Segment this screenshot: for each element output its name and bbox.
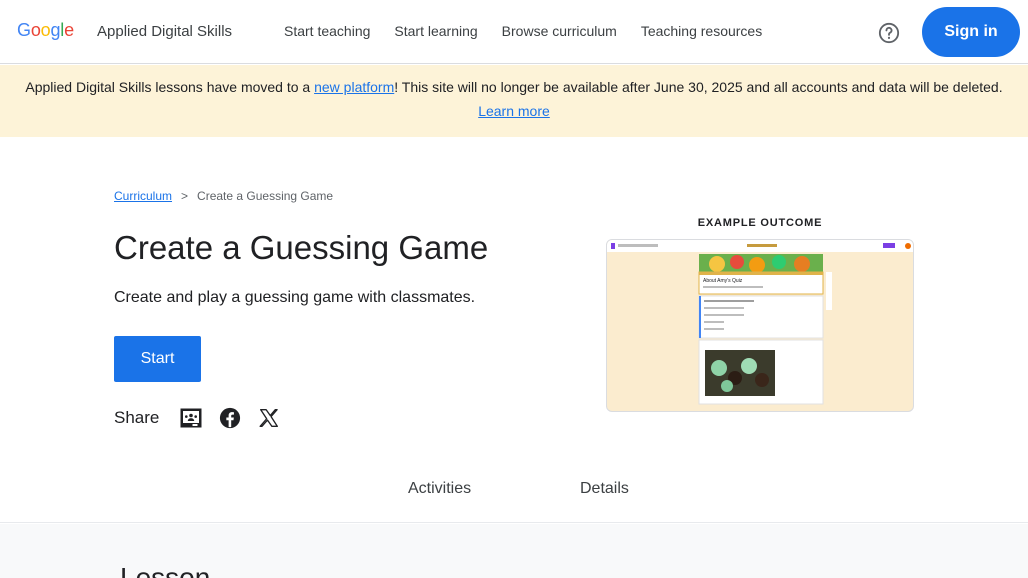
tab-activities[interactable]: Activities [408,480,471,498]
logo-letter: o [40,20,51,40]
share-label: Share [114,408,160,427]
learn-more-link[interactable]: Learn more [478,103,550,119]
sign-in-button[interactable]: Sign in [922,7,1020,57]
main-nav: Start teaching Start learning Browse cur… [284,23,762,39]
lesson-heading: Lesson [120,562,211,578]
nav-start-learning[interactable]: Start learning [394,23,477,39]
tab-details[interactable]: Details [580,480,629,498]
example-outcome-label: EXAMPLE OUTCOME [697,217,823,229]
app-name[interactable]: Applied Digital Skills [97,23,232,40]
nav-browse-curriculum[interactable]: Browse curriculum [502,23,617,39]
help-circle-icon[interactable] [878,22,900,44]
lesson-description: Create and play a guessing game with cla… [114,289,476,306]
x-twitter-icon[interactable] [257,406,281,430]
banner-text-2: ! This site will no longer be available … [394,79,1003,95]
page-title: Create a Guessing Game [114,229,489,266]
nav-start-teaching[interactable]: Start teaching [284,23,370,39]
banner-text-1: Applied Digital Skills lessons have move… [25,79,315,95]
logo-letter: o [30,20,41,40]
example-form-title: About Amy's Quiz [703,278,743,284]
facebook-icon[interactable] [218,406,242,430]
nav-teaching-resources[interactable]: Teaching resources [641,23,762,39]
notice-banner: Applied Digital Skills lessons have move… [0,65,1028,137]
share-row: Share [114,405,296,431]
logo-letter: e [64,20,74,40]
breadcrumb: Curriculum > Create a Guessing Game [114,189,333,203]
breadcrumb-curriculum[interactable]: Curriculum [114,189,172,203]
logo-letter: g [50,20,61,40]
breadcrumb-current: Create a Guessing Game [197,189,334,203]
lesson-section: Lesson [0,524,1028,578]
google-classroom-icon[interactable] [179,406,203,430]
breadcrumb-separator: > [181,189,189,203]
top-header: Google Applied Digital Skills Start teac… [0,0,1028,64]
example-outcome-image[interactable]: About Amy's Quiz [606,239,914,412]
logo-letter: G [17,20,31,40]
new-platform-link[interactable]: new platform [314,79,394,95]
start-button[interactable]: Start [114,336,201,382]
lesson-tabs: Activities Details [0,470,1028,523]
google-logo[interactable]: Google [17,20,74,41]
